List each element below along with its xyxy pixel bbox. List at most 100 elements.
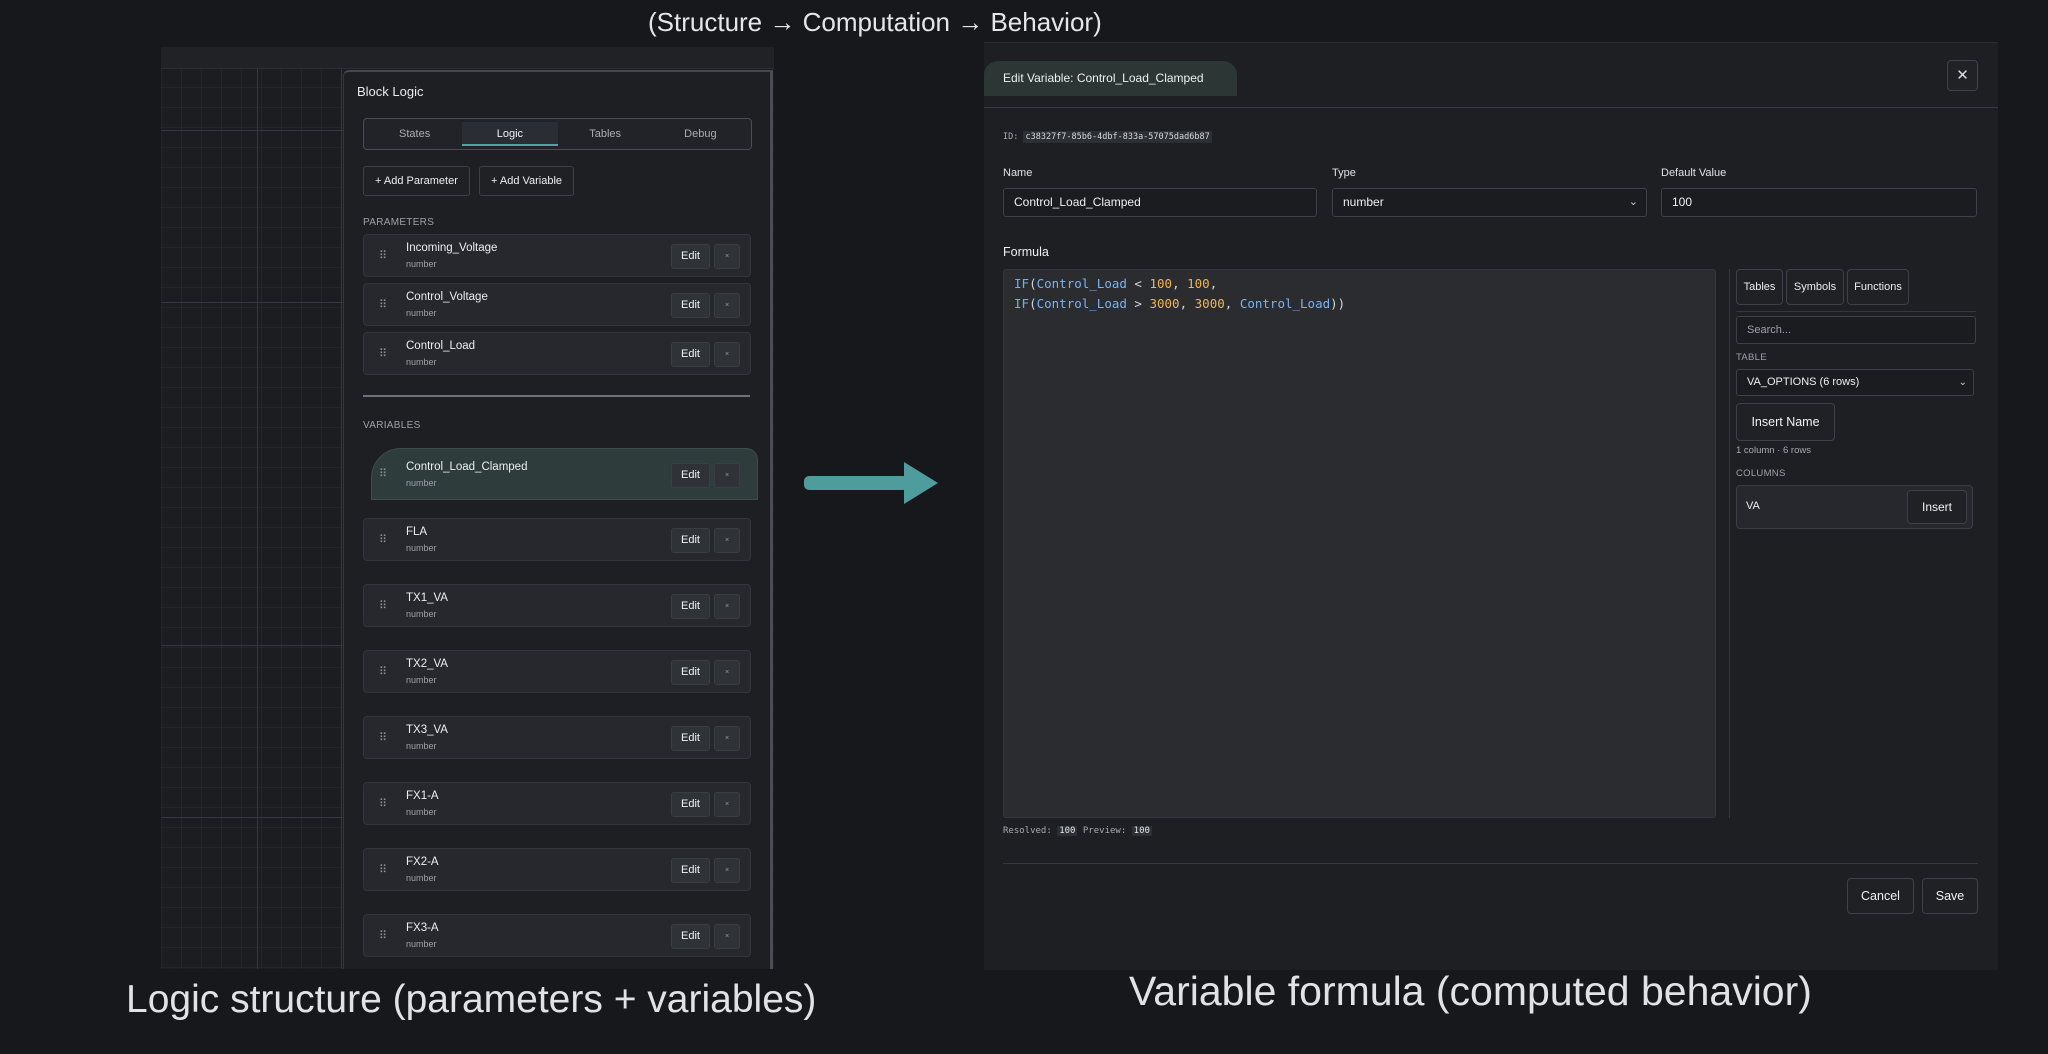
edit-button[interactable]: Edit bbox=[671, 726, 710, 751]
edit-variable-dialog: Edit Variable: Control_Load_Clamped ✕ ID… bbox=[984, 42, 1998, 970]
panel-tabbar: States Logic Tables Debug bbox=[363, 118, 752, 150]
drag-handle-icon[interactable]: ⠿ bbox=[379, 600, 387, 612]
remove-button[interactable]: × bbox=[714, 244, 740, 269]
edit-button[interactable]: Edit bbox=[671, 792, 710, 817]
variable-row[interactable]: ⠿ TX2_VA number Edit × bbox=[363, 650, 751, 693]
parameter-row[interactable]: ⠿ Control_Voltage number Edit × bbox=[363, 283, 751, 326]
tab-debug[interactable]: Debug bbox=[653, 122, 748, 146]
tab-states[interactable]: States bbox=[367, 122, 462, 146]
remove-button[interactable]: × bbox=[714, 726, 740, 751]
canvas-connector-line bbox=[161, 302, 345, 303]
add-variable-button[interactable]: + Add Variable bbox=[479, 166, 575, 196]
variable-name: TX1_VA bbox=[406, 592, 448, 604]
side-tab-tables[interactable]: Tables bbox=[1736, 269, 1783, 305]
variable-row[interactable]: ⠿ FX1-A number Edit × bbox=[363, 782, 751, 825]
edit-button[interactable]: Edit bbox=[671, 528, 710, 553]
variable-row[interactable]: ⠿ FX3-A number Edit × bbox=[363, 914, 751, 957]
edit-button[interactable]: Edit bbox=[671, 594, 710, 619]
add-parameter-button[interactable]: + Add Parameter bbox=[363, 166, 470, 196]
insert-column-button[interactable]: Insert bbox=[1907, 490, 1967, 524]
column-name: VA bbox=[1746, 500, 1760, 512]
drag-handle-icon[interactable]: ⠿ bbox=[379, 250, 387, 262]
variable-row[interactable]: ⠿ FLA number Edit × bbox=[363, 518, 751, 561]
code-line-1: IF(Control_Load < 100, 100, bbox=[1014, 276, 1218, 291]
variable-name: FX1-A bbox=[406, 790, 439, 802]
tab-logic[interactable]: Logic bbox=[462, 122, 558, 146]
canvas-connector-line bbox=[341, 69, 342, 969]
dialog-title: Edit Variable: Control_Load_Clamped bbox=[984, 61, 1237, 96]
variable-type: number bbox=[406, 543, 437, 553]
drag-handle-icon[interactable]: ⠿ bbox=[379, 468, 387, 480]
formula-editor[interactable]: IF(Control_Load < 100, 100, IF(Control_L… bbox=[1003, 269, 1716, 818]
remove-button[interactable]: × bbox=[714, 293, 740, 318]
variable-type: number bbox=[406, 873, 437, 883]
preview-label: Preview: bbox=[1082, 826, 1127, 836]
remove-button[interactable]: × bbox=[714, 342, 740, 367]
side-tab-divider bbox=[1736, 311, 1976, 312]
parameter-type: number bbox=[406, 357, 437, 367]
variable-type: number bbox=[406, 939, 437, 949]
tab-tables[interactable]: Tables bbox=[558, 122, 653, 146]
edit-button[interactable]: Edit bbox=[671, 342, 710, 367]
variable-row-selected[interactable]: ⠿ Control_Load_Clamped number Edit × bbox=[371, 448, 758, 500]
resolved-label: Resolved: bbox=[1003, 826, 1052, 836]
insert-name-button[interactable]: Insert Name bbox=[1736, 403, 1835, 441]
variable-row[interactable]: ⠿ TX1_VA number Edit × bbox=[363, 584, 751, 627]
variable-row[interactable]: ⠿ TX3_VA number Edit × bbox=[363, 716, 751, 759]
save-button[interactable]: Save bbox=[1922, 878, 1978, 914]
drag-handle-icon[interactable]: ⠿ bbox=[379, 348, 387, 360]
variable-row[interactable]: ⠿ FX2-A number Edit × bbox=[363, 848, 751, 891]
caption-left: Logic structure (parameters + variables) bbox=[126, 978, 817, 1021]
remove-button[interactable]: × bbox=[714, 924, 740, 949]
name-field[interactable]: Control_Load_Clamped bbox=[1003, 188, 1317, 217]
chevron-down-icon: ⌄ bbox=[1958, 377, 1967, 388]
edit-button[interactable]: Edit bbox=[671, 660, 710, 685]
search-input[interactable]: Search... bbox=[1736, 316, 1976, 344]
table-select[interactable]: VA_OPTIONS (6 rows) ⌄ bbox=[1736, 369, 1974, 396]
remove-button[interactable]: × bbox=[714, 792, 740, 817]
variable-id: ID: c38327f7-85b6-4dbf-833a-57075dad6b87 bbox=[1003, 131, 1212, 143]
edit-button[interactable]: Edit bbox=[671, 924, 710, 949]
resolved-preview: Resolved: 100 Preview: 100 bbox=[1003, 826, 1152, 836]
edit-button[interactable]: Edit bbox=[671, 244, 710, 269]
parameter-row[interactable]: ⠿ Incoming_Voltage number Edit × bbox=[363, 234, 751, 277]
drag-handle-icon[interactable]: ⠿ bbox=[379, 666, 387, 678]
variable-name: Control_Load_Clamped bbox=[406, 461, 528, 473]
variable-type: number bbox=[406, 675, 437, 685]
dialog-header-divider bbox=[984, 107, 1998, 108]
parameter-name: Control_Voltage bbox=[406, 291, 488, 303]
variable-name: FX2-A bbox=[406, 856, 439, 868]
panel-title: Block Logic bbox=[357, 84, 424, 99]
edit-button[interactable]: Edit bbox=[671, 293, 710, 318]
drag-handle-icon[interactable]: ⠿ bbox=[379, 930, 387, 942]
edit-button[interactable]: Edit bbox=[671, 463, 710, 488]
drag-handle-icon[interactable]: ⠿ bbox=[379, 864, 387, 876]
drag-handle-icon[interactable]: ⠿ bbox=[379, 798, 387, 810]
remove-button[interactable]: × bbox=[714, 528, 740, 553]
remove-button[interactable]: × bbox=[714, 594, 740, 619]
canvas-connector-line bbox=[161, 645, 345, 646]
canvas-connector-line bbox=[257, 69, 258, 969]
type-select[interactable]: number ⌄ bbox=[1332, 188, 1647, 217]
table-label: TABLE bbox=[1736, 352, 1767, 363]
close-icon[interactable]: ✕ bbox=[1947, 60, 1978, 91]
remove-button[interactable]: × bbox=[714, 463, 740, 488]
variable-name: TX3_VA bbox=[406, 724, 448, 736]
drag-handle-icon[interactable]: ⠿ bbox=[379, 534, 387, 546]
drag-handle-icon[interactable]: ⠿ bbox=[379, 299, 387, 311]
side-tab-functions[interactable]: Functions bbox=[1847, 269, 1909, 305]
side-tab-symbols[interactable]: Symbols bbox=[1786, 269, 1844, 305]
variable-name: TX2_VA bbox=[406, 658, 448, 670]
remove-button[interactable]: × bbox=[714, 660, 740, 685]
variable-name: FLA bbox=[406, 526, 428, 538]
type-label: Type bbox=[1332, 167, 1356, 179]
variable-type: number bbox=[406, 478, 437, 488]
parameter-row[interactable]: ⠿ Control_Load number Edit × bbox=[363, 332, 751, 375]
default-value-field[interactable]: 100 bbox=[1661, 188, 1977, 217]
id-value: c38327f7-85b6-4dbf-833a-57075dad6b87 bbox=[1023, 131, 1212, 143]
remove-button[interactable]: × bbox=[714, 858, 740, 883]
parameter-type: number bbox=[406, 259, 437, 269]
edit-button[interactable]: Edit bbox=[671, 858, 710, 883]
cancel-button[interactable]: Cancel bbox=[1847, 878, 1914, 914]
drag-handle-icon[interactable]: ⠿ bbox=[379, 732, 387, 744]
